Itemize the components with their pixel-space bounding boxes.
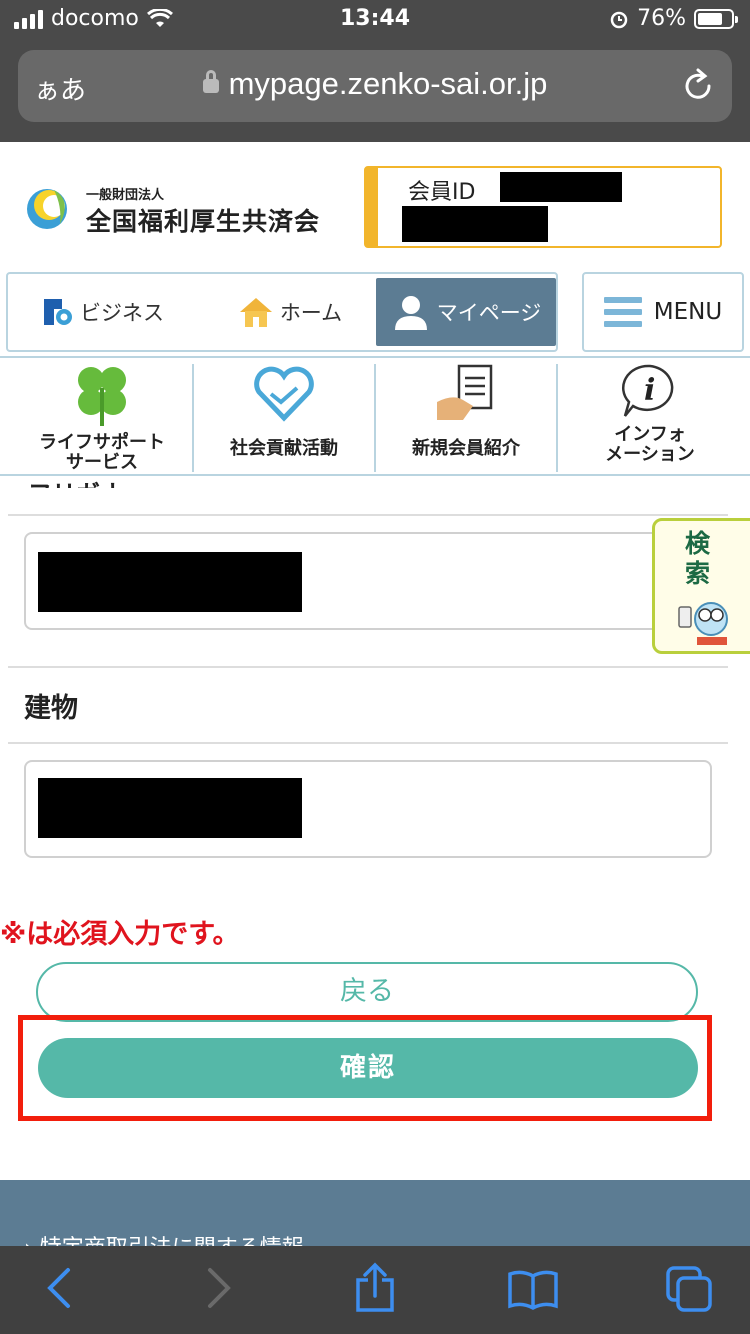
tabs-icon[interactable] bbox=[664, 1264, 714, 1314]
redacted-member-name bbox=[402, 206, 548, 242]
redacted-value bbox=[38, 778, 302, 838]
back-arrow-icon[interactable] bbox=[44, 1266, 74, 1310]
service-social-contribution[interactable]: 社会貢献活動 bbox=[194, 362, 374, 472]
home-icon bbox=[239, 298, 272, 327]
info-bubble-icon: i bbox=[622, 364, 674, 417]
service-label-line2: メーション bbox=[605, 444, 695, 465]
divider bbox=[556, 364, 558, 472]
service-menu: ライフサポート サービス 社会貢献活動 新規会員紹介 i インフォ メーション bbox=[0, 356, 750, 476]
browser-toolbar bbox=[0, 1246, 750, 1334]
service-label: 新規会員紹介 bbox=[412, 438, 520, 459]
service-label-line1: インフォ bbox=[614, 424, 686, 445]
building-label: 建物 bbox=[24, 693, 78, 724]
furigana-label: フリガナ bbox=[28, 474, 124, 488]
org-prefix: 一般財団法人 bbox=[86, 188, 165, 203]
back-button[interactable]: 戻る bbox=[36, 962, 698, 1022]
furigana-input[interactable] bbox=[24, 532, 712, 630]
member-id-box: 会員ID bbox=[364, 166, 722, 248]
mascot-icon bbox=[678, 602, 728, 645]
nav-home[interactable]: ホーム bbox=[220, 274, 360, 350]
nav-business-label: ビジネス bbox=[80, 301, 164, 325]
business-icon bbox=[44, 299, 72, 325]
divider bbox=[8, 742, 728, 744]
battery-icon bbox=[694, 8, 738, 29]
menu-button[interactable]: MENU bbox=[582, 272, 744, 352]
heart-handshake-icon bbox=[254, 366, 314, 422]
redacted-value bbox=[38, 552, 302, 612]
building-input[interactable] bbox=[24, 760, 712, 858]
logo-mark-icon bbox=[27, 189, 67, 229]
search-label: 検索 bbox=[685, 529, 711, 588]
browser-chrome: docomo 13:44 76% ぁあ mypage.zenko-sai.or.… bbox=[0, 0, 750, 142]
nav-mypage[interactable]: マイページ bbox=[376, 278, 556, 346]
highlight-box bbox=[18, 1015, 712, 1121]
org-name: 全国福利厚生共済会 bbox=[86, 207, 321, 236]
nav-home-label: ホーム bbox=[279, 301, 343, 325]
document-hand-icon bbox=[437, 364, 493, 420]
url-display[interactable]: mypage.zenko-sai.or.jp bbox=[18, 66, 732, 102]
main-nav: ビジネス ホーム マイページ bbox=[6, 272, 558, 352]
bookmarks-icon[interactable] bbox=[506, 1268, 560, 1312]
service-label-line1: ライフサポート bbox=[39, 432, 165, 453]
divider bbox=[8, 514, 728, 516]
svg-text:i: i bbox=[644, 373, 655, 408]
share-icon[interactable] bbox=[352, 1262, 398, 1314]
clover-icon bbox=[78, 367, 126, 426]
site-logo[interactable]: 一般財団法人 全国福利厚生共済会 bbox=[24, 180, 344, 244]
service-information[interactable]: i インフォ メーション bbox=[560, 362, 740, 472]
menu-label: MENU bbox=[653, 299, 723, 325]
search-tab[interactable]: 検索 bbox=[652, 518, 750, 654]
required-note: ※は必須入力です。 bbox=[0, 919, 240, 950]
user-icon bbox=[394, 296, 427, 330]
service-referral[interactable]: 新規会員紹介 bbox=[376, 362, 556, 472]
service-label-line2: サービス bbox=[66, 452, 138, 473]
battery-area: 76% bbox=[609, 6, 738, 31]
status-bar: docomo 13:44 76% bbox=[0, 0, 750, 42]
service-life-support[interactable]: ライフサポート サービス bbox=[12, 362, 192, 473]
hamburger-icon bbox=[603, 297, 642, 327]
address-bar[interactable]: ぁあ mypage.zenko-sai.or.jp bbox=[18, 50, 732, 122]
url-text: mypage.zenko-sai.or.jp bbox=[228, 66, 548, 101]
member-id-label: 会員ID bbox=[408, 180, 476, 205]
lock-icon bbox=[202, 69, 219, 93]
nav-business[interactable]: ビジネス bbox=[28, 274, 178, 350]
divider bbox=[8, 666, 728, 668]
service-label: 社会貢献活動 bbox=[230, 438, 338, 459]
forward-arrow-icon[interactable] bbox=[204, 1266, 234, 1310]
reload-icon[interactable] bbox=[680, 66, 716, 106]
battery-percent: 76% bbox=[637, 6, 686, 31]
redacted-member-id bbox=[500, 172, 622, 202]
footer: › 特定商取引法に関する情報 bbox=[0, 1180, 750, 1250]
nav-mypage-label: マイページ bbox=[436, 301, 542, 325]
alarm-icon bbox=[610, 11, 628, 28]
